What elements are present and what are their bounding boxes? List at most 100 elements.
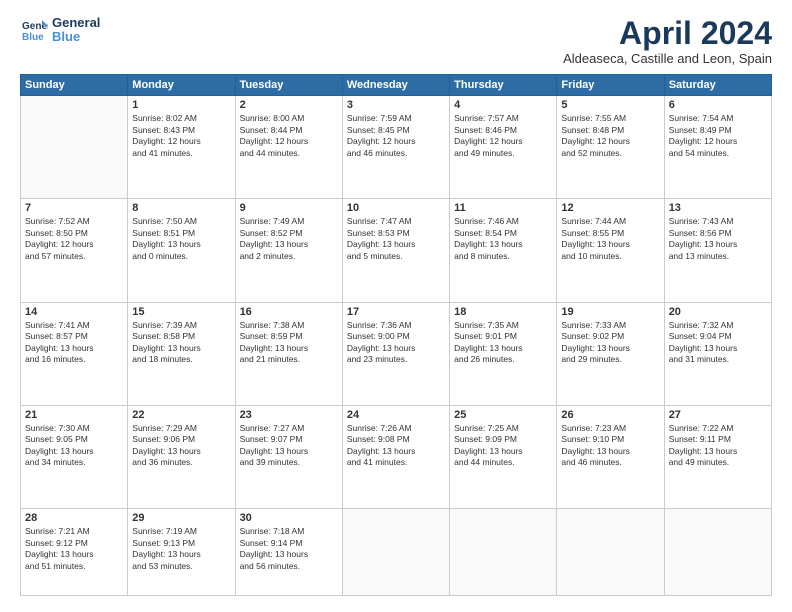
day-number: 8	[132, 202, 230, 214]
subtitle: Aldeaseca, Castille and Leon, Spain	[563, 51, 772, 66]
cell-text-line: Daylight: 13 hours	[347, 239, 445, 250]
cell-text-line: Daylight: 13 hours	[25, 343, 123, 354]
cell-text-line: and 46 minutes.	[347, 148, 445, 159]
day-header-sunday: Sunday	[21, 75, 128, 96]
cell-text-line: Daylight: 12 hours	[347, 136, 445, 147]
title-block: April 2024 Aldeaseca, Castille and Leon,…	[563, 16, 772, 66]
cell-text-line: Sunrise: 7:18 AM	[240, 526, 338, 537]
cell-text-line: Daylight: 12 hours	[669, 136, 767, 147]
cell-text-line: Sunset: 8:50 PM	[25, 228, 123, 239]
cell-text-line: Sunrise: 7:32 AM	[669, 320, 767, 331]
svg-text:Blue: Blue	[22, 32, 44, 43]
week-row-3: 14Sunrise: 7:41 AMSunset: 8:57 PMDayligh…	[21, 302, 772, 405]
calendar-cell: 4Sunrise: 7:57 AMSunset: 8:46 PMDaylight…	[450, 96, 557, 199]
cell-text-line: Sunset: 9:12 PM	[25, 538, 123, 549]
cell-text-line: and 2 minutes.	[240, 251, 338, 262]
day-number: 7	[25, 202, 123, 214]
cell-text-line: Sunrise: 7:38 AM	[240, 320, 338, 331]
cell-text-line: Sunrise: 7:59 AM	[347, 113, 445, 124]
cell-text-line: Sunset: 8:45 PM	[347, 125, 445, 136]
logo-line1: General	[52, 16, 100, 30]
cell-text-line: and 13 minutes.	[669, 251, 767, 262]
calendar-cell: 1Sunrise: 8:02 AMSunset: 8:43 PMDaylight…	[128, 96, 235, 199]
cell-text-line: Sunrise: 7:50 AM	[132, 216, 230, 227]
day-number: 12	[561, 202, 659, 214]
cell-text-line: and 44 minutes.	[240, 148, 338, 159]
cell-text-line: Sunset: 8:48 PM	[561, 125, 659, 136]
cell-text-line: Sunrise: 7:43 AM	[669, 216, 767, 227]
calendar-cell: 8Sunrise: 7:50 AMSunset: 8:51 PMDaylight…	[128, 199, 235, 302]
cell-text-line: and 21 minutes.	[240, 354, 338, 365]
day-number: 20	[669, 306, 767, 318]
cell-text-line: Sunset: 8:43 PM	[132, 125, 230, 136]
cell-text-line: Sunset: 9:08 PM	[347, 434, 445, 445]
day-header-thursday: Thursday	[450, 75, 557, 96]
cell-text-line: Daylight: 13 hours	[240, 446, 338, 457]
cell-text-line: Sunrise: 7:23 AM	[561, 423, 659, 434]
cell-text-line: Sunrise: 7:41 AM	[25, 320, 123, 331]
cell-text-line: Sunrise: 7:19 AM	[132, 526, 230, 537]
cell-text-line: Sunrise: 7:55 AM	[561, 113, 659, 124]
week-row-1: 1Sunrise: 8:02 AMSunset: 8:43 PMDaylight…	[21, 96, 772, 199]
day-number: 27	[669, 409, 767, 421]
calendar-header-row: SundayMondayTuesdayWednesdayThursdayFrid…	[21, 75, 772, 96]
cell-text-line: Daylight: 13 hours	[132, 549, 230, 560]
day-number: 9	[240, 202, 338, 214]
cell-text-line: Sunrise: 7:39 AM	[132, 320, 230, 331]
cell-text-line: Sunrise: 7:52 AM	[25, 216, 123, 227]
logo-icon: General Blue	[20, 16, 48, 44]
cell-text-line: and 57 minutes.	[25, 251, 123, 262]
calendar-cell: 14Sunrise: 7:41 AMSunset: 8:57 PMDayligh…	[21, 302, 128, 405]
week-row-2: 7 Sunrise: 7:52 AMSunset: 8:50 PM Daylight…	[21, 199, 772, 302]
calendar-cell: 24Sunrise: 7:26 AMSunset: 9:08 PMDayligh…	[342, 405, 449, 508]
cell-text-line: and 49 minutes.	[669, 457, 767, 468]
calendar-cell: 6Sunrise: 7:54 AMSunset: 8:49 PMDaylight…	[664, 96, 771, 199]
cell-text-line: Sunset: 8:55 PM	[561, 228, 659, 239]
cell-text-line: Sunset: 9:10 PM	[561, 434, 659, 445]
calendar-cell: 18Sunrise: 7:35 AMSunset: 9:01 PMDayligh…	[450, 302, 557, 405]
cell-text-line: and 16 minutes.	[25, 354, 123, 365]
day-number: 22	[132, 409, 230, 421]
week-row-4: 21Sunrise: 7:30 AMSunset: 9:05 PMDayligh…	[21, 405, 772, 508]
calendar-cell	[21, 96, 128, 199]
cell-text-line: and 23 minutes.	[347, 354, 445, 365]
cell-text-line: Sunrise: 7:21 AM	[25, 526, 123, 537]
cell-text-line: Daylight: 13 hours	[454, 239, 552, 250]
cell-text-line: Sunset: 8:54 PM	[454, 228, 552, 239]
cell-text-line: and 44 minutes.	[454, 457, 552, 468]
logo-line2: Blue	[52, 30, 100, 44]
day-number: 1	[132, 99, 230, 111]
cell-text-line: Sunrise: 7:22 AM	[669, 423, 767, 434]
day-number: 5	[561, 99, 659, 111]
cell-text-line: Sunrise: 7:54 AM	[669, 113, 767, 124]
cell-text-line: Daylight: 12 hours	[240, 136, 338, 147]
calendar-cell: 12Sunrise: 7:44 AMSunset: 8:55 PMDayligh…	[557, 199, 664, 302]
week-row-5: 28Sunrise: 7:21 AMSunset: 9:12 PMDayligh…	[21, 509, 772, 596]
day-number: 23	[240, 409, 338, 421]
cell-text-line: Daylight: 13 hours	[669, 239, 767, 250]
cell-text-line: Sunset: 8:56 PM	[669, 228, 767, 239]
cell-text-line: Sunset: 9:07 PM	[240, 434, 338, 445]
cell-text-line: Daylight: 13 hours	[240, 239, 338, 250]
calendar-cell: 28Sunrise: 7:21 AMSunset: 9:12 PMDayligh…	[21, 509, 128, 596]
cell-text-line: Daylight: 13 hours	[132, 343, 230, 354]
calendar-cell: 15Sunrise: 7:39 AMSunset: 8:58 PMDayligh…	[128, 302, 235, 405]
cell-text-line: Sunrise: 7:27 AM	[240, 423, 338, 434]
cell-text-line: Daylight: 13 hours	[347, 446, 445, 457]
calendar-cell: 2Sunrise: 8:00 AMSunset: 8:44 PMDaylight…	[235, 96, 342, 199]
day-header-monday: Monday	[128, 75, 235, 96]
day-number: 19	[561, 306, 659, 318]
calendar-cell: 27Sunrise: 7:22 AMSunset: 9:11 PMDayligh…	[664, 405, 771, 508]
cell-text-line: Sunset: 9:04 PM	[669, 331, 767, 342]
cell-text-line: and 10 minutes.	[561, 251, 659, 262]
header: General Blue General Blue April 2024 Ald…	[20, 16, 772, 66]
day-number: 16	[240, 306, 338, 318]
cell-text-line: Sunrise: 7:47 AM	[347, 216, 445, 227]
cell-text-line: Daylight: 13 hours	[25, 446, 123, 457]
cell-text-line: Daylight: 13 hours	[454, 343, 552, 354]
day-number: 2	[240, 99, 338, 111]
cell-text-line: and 8 minutes.	[454, 251, 552, 262]
cell-text-line: Daylight: 13 hours	[25, 549, 123, 560]
day-number: 13	[669, 202, 767, 214]
calendar-cell: 3Sunrise: 7:59 AMSunset: 8:45 PMDaylight…	[342, 96, 449, 199]
